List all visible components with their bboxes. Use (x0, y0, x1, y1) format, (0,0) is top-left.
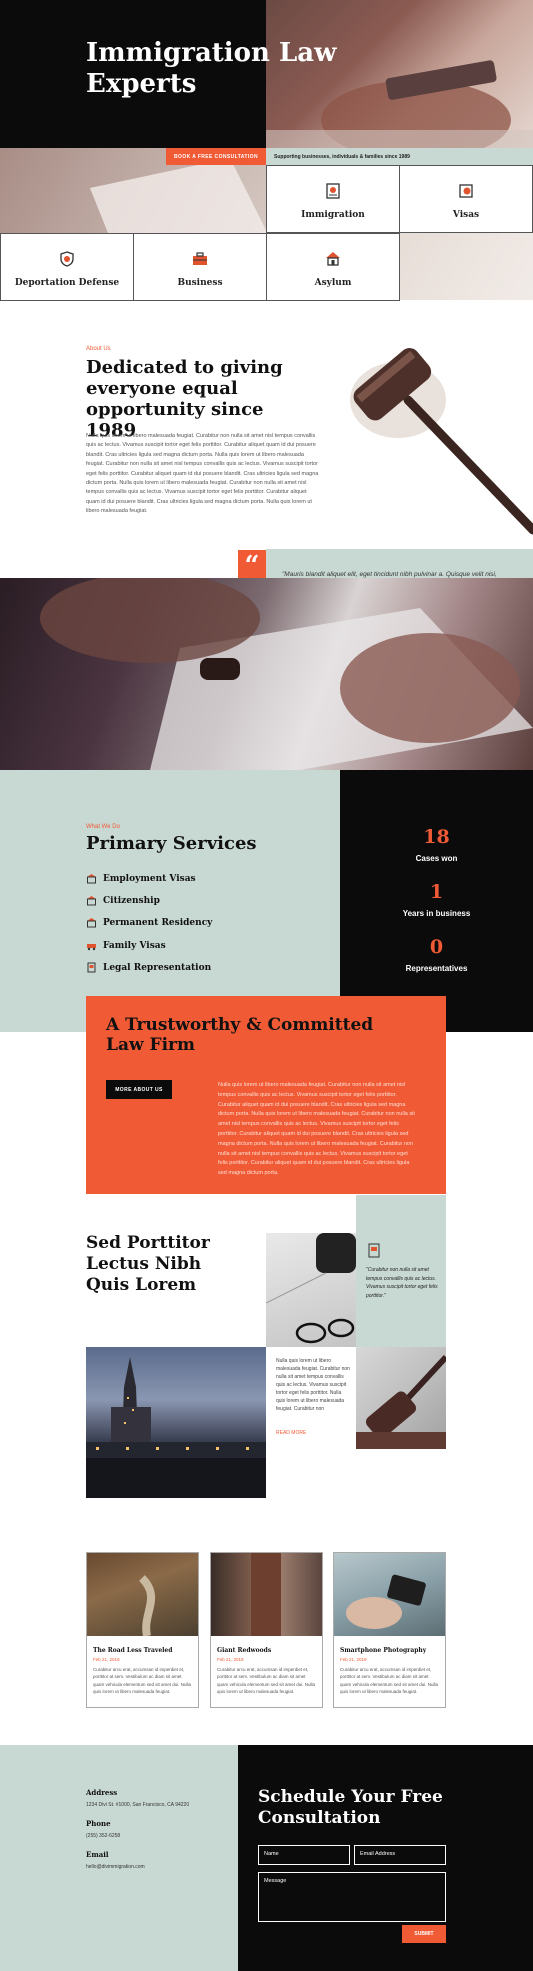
blog-excerpt: Curabitur arcu erat, accumsan id imperdi… (93, 1667, 192, 1694)
city-shapes (86, 1357, 266, 1498)
schedule-title: Schedule Your Free Consultation (258, 1787, 443, 1828)
address-value: 1234 Divi St. #1000, San Francisco, CA 9… (86, 1802, 190, 1808)
practice-card-deportation-defense[interactable]: Deportation Defense (0, 233, 134, 301)
practice-card-label: Visas (452, 210, 480, 220)
name-field[interactable]: Name (258, 1845, 350, 1865)
briefcase-icon (193, 252, 207, 265)
service-item[interactable]: Legal Representation (86, 962, 211, 973)
consultation-button[interactable]: BOOK A FREE CONSULTATION (166, 148, 266, 165)
hero-tagline: Supporting businesses, individuals & fam… (266, 148, 533, 165)
practice-card-visas[interactable]: Visas (399, 165, 533, 233)
phone-value: (255) 352-6258 (86, 1833, 121, 1839)
read-more-link[interactable]: READ MORE (276, 1430, 306, 1436)
blog-meta: Feb 21, 2019 (340, 1657, 367, 1662)
service-label: Permanent Residency (103, 917, 213, 928)
passport-icon (326, 183, 340, 199)
practice-card-business[interactable]: Business (133, 233, 267, 301)
services-title: Primary Services (86, 833, 257, 854)
blog-excerpt: Curabitur arcu erat, accumsan id imperdi… (217, 1667, 316, 1694)
about-title: Dedicated to giving everyone equal oppor… (86, 357, 283, 441)
stat-value: 1 (429, 881, 444, 903)
practice-card-label: Business (177, 278, 223, 288)
stat-value: 0 (429, 936, 444, 958)
stat-label: Cases won (415, 854, 458, 863)
city-photo (86, 1347, 266, 1498)
blog-title[interactable]: Smartphone Photography (340, 1647, 426, 1654)
practice-card-label: Asylum (314, 278, 352, 288)
blog-title[interactable]: The Road Less Traveled (93, 1647, 172, 1654)
trust-title: A Trustworthy & Committed Law Firm (106, 1015, 374, 1055)
blog-title[interactable]: Giant Redwoods (217, 1647, 271, 1654)
services-label: What We Do (86, 824, 120, 830)
service-item[interactable]: Citizenship (86, 895, 160, 906)
blog-meta: Feb 21, 2019 (217, 1657, 244, 1662)
stamp-photo-shapes (40, 578, 533, 770)
service-label: Citizenship (103, 895, 160, 906)
gavel-image (338, 330, 533, 548)
service-label: Family Visas (103, 940, 166, 951)
glasses-photo (266, 1233, 356, 1347)
about-body: Nulla quis lorem ut libero malesuada feu… (86, 433, 319, 515)
shield-icon (60, 251, 74, 267)
blog-image (87, 1553, 198, 1637)
quote-icon: “ (238, 550, 266, 581)
service-label: Employment Visas (103, 873, 196, 884)
blog-card[interactable]: Giant Redwoods Feb 21, 2019 Curabitur ar… (210, 1552, 323, 1708)
service-item[interactable]: Family Visas (86, 940, 166, 951)
stat-label: Years in business (402, 909, 471, 918)
stat-value: 18 (423, 826, 450, 848)
message-field[interactable]: Message (258, 1872, 446, 1922)
gavel-photo-shapes (356, 1354, 446, 1449)
blog-excerpt: Curabitur arcu erat, accumsan id imperdi… (340, 1667, 439, 1694)
building-icon (87, 896, 96, 906)
submit-button[interactable]: SUBMIT (402, 1925, 446, 1943)
practice-card-label: Immigration (301, 210, 365, 220)
service-item[interactable]: Employment Visas (86, 873, 196, 884)
blog-card[interactable]: Smartphone Photography Feb 21, 2019 Cura… (333, 1552, 446, 1708)
house-icon (326, 252, 340, 266)
blog-image (334, 1553, 445, 1636)
service-label: Legal Representation (103, 962, 212, 973)
car-icon (87, 944, 96, 951)
building-icon (87, 874, 96, 884)
document-icon (87, 962, 96, 973)
stat-label: Representatives (405, 964, 468, 973)
glasses-shapes (266, 1233, 356, 1344)
practice-card-label: Deportation Defense (14, 278, 120, 288)
building-icon (87, 918, 96, 928)
feature-title: Sed Porttitor Lectus Nibh Quis Lorem (86, 1233, 210, 1295)
feature-body: Nulla quis lorem ut libero malesuada feu… (276, 1358, 350, 1412)
about-label: About Us (86, 346, 111, 352)
trust-body: Nulla quis lorem ut libero malesuada feu… (218, 1082, 415, 1177)
email-label: Email (86, 1850, 109, 1859)
email-field[interactable]: Email Address (354, 1845, 446, 1865)
contact-section (0, 1745, 238, 1971)
road-shape (138, 1575, 156, 1637)
blog-card[interactable]: The Road Less Traveled Feb 21, 2019 Cura… (86, 1552, 199, 1708)
email-value: hello@divimmigration.com (86, 1864, 145, 1870)
gavel-illustration (350, 348, 533, 535)
phone-hand-shape (346, 1574, 426, 1629)
redwood-shape (251, 1553, 281, 1636)
practice-card-immigration[interactable]: Immigration (266, 165, 400, 233)
visa-stamp-icon (459, 184, 473, 198)
blog-meta: Feb 21, 2019 (93, 1657, 120, 1662)
address-label: Address (86, 1788, 118, 1797)
stamp-photo (0, 578, 533, 770)
gavel-photo (356, 1347, 446, 1449)
phone-label: Phone (86, 1819, 111, 1828)
hero-title: Immigration Law Experts (86, 38, 337, 99)
document-icon (368, 1243, 380, 1258)
service-item[interactable]: Permanent Residency (86, 917, 212, 928)
more-about-us-button[interactable]: MORE ABOUT US (106, 1080, 172, 1099)
feature-quote: "Curabitur non nulla sit amet tempus con… (366, 1267, 438, 1299)
blog-image (211, 1553, 322, 1636)
practice-card-asylum[interactable]: Asylum (266, 233, 400, 301)
services-section (0, 770, 340, 1032)
